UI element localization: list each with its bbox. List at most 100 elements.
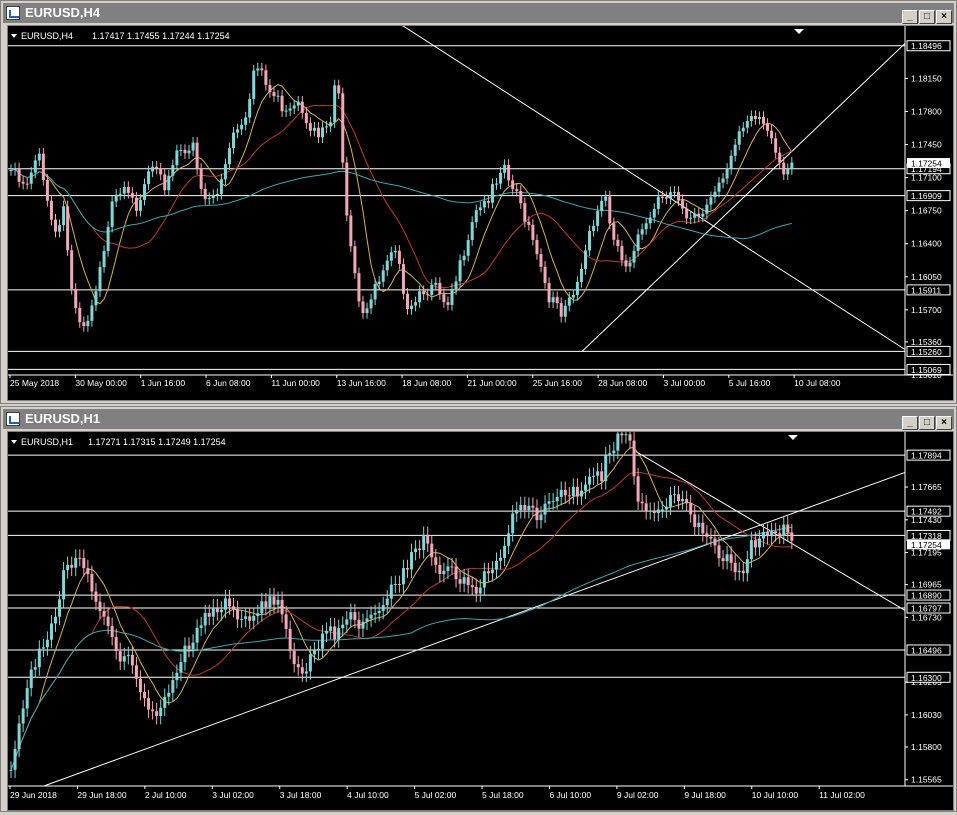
- candle-body: [70, 564, 74, 568]
- candle-body: [620, 433, 624, 436]
- price-chart[interactable]: 1.176651.174301.171951.169651.167301.162…: [7, 425, 954, 815]
- candle-body: [296, 101, 300, 106]
- maximize-icon[interactable]: □: [919, 10, 935, 24]
- candle-body: [519, 190, 523, 204]
- candle-body: [559, 303, 563, 317]
- candle-body: [122, 186, 126, 194]
- candle-body: [369, 614, 373, 619]
- chart-window-h4[interactable]: EURUSD,H4 _ □ × 1.18150 1.17800 1.17450 1.171…: [0, 0, 957, 404]
- candle-body: [604, 196, 608, 201]
- candle-body: [393, 250, 397, 253]
- trendline: [43, 471, 906, 787]
- level-price-label: 1.15911: [911, 285, 941, 295]
- candle-body: [215, 194, 219, 196]
- candle-body: [507, 164, 511, 181]
- candle-body: [62, 206, 66, 226]
- candle-body: [474, 586, 478, 594]
- candle-body: [664, 506, 668, 510]
- candle-body: [195, 142, 199, 169]
- candle-body: [741, 127, 745, 132]
- candle-body: [677, 494, 681, 502]
- candle-body: [774, 138, 778, 153]
- candle-body: [232, 132, 236, 149]
- candle-body: [21, 181, 25, 184]
- candle-body: [187, 150, 191, 154]
- candle-body: [361, 301, 365, 314]
- candle-body: [25, 688, 29, 709]
- candle-body: [134, 197, 138, 211]
- candle-body: [86, 568, 90, 575]
- candle-body: [523, 505, 527, 511]
- candle-body: [539, 254, 543, 267]
- candle-body: [401, 263, 405, 294]
- candle-body: [673, 494, 677, 496]
- candle-body: [41, 153, 45, 180]
- candle-body: [45, 179, 49, 201]
- candle-body: [515, 189, 519, 191]
- candle-body: [211, 607, 215, 617]
- minimize-icon[interactable]: _: [902, 10, 918, 24]
- time-label: 6 Jun 08:00: [206, 378, 251, 388]
- close-icon[interactable]: ×: [936, 10, 952, 24]
- collapse-triangle-icon[interactable]: [11, 34, 17, 38]
- candle-body: [171, 165, 175, 176]
- candle-body: [450, 566, 454, 568]
- candle-body: [163, 174, 167, 191]
- candle-body: [749, 115, 753, 122]
- candle-body: [389, 252, 393, 261]
- candle-body: [766, 123, 770, 131]
- window-titlebar[interactable]: EURUSD,H1 _ □ ×: [3, 409, 954, 430]
- candle-body: [9, 769, 13, 771]
- candle-body: [211, 195, 215, 199]
- candle-body: [640, 501, 644, 504]
- candle-body: [664, 197, 668, 199]
- candle-body: [292, 105, 296, 109]
- window-titlebar[interactable]: EURUSD,H4 _ □ ×: [3, 3, 954, 24]
- candle-body: [660, 196, 664, 198]
- price-chart[interactable]: 1.18150 1.17800 1.17450 1.17100 1.16750 1.164…: [7, 19, 954, 401]
- candle-body: [693, 213, 697, 218]
- level-price-label: 1.16797: [911, 604, 942, 614]
- candle-body: [774, 531, 778, 534]
- candle-body: [203, 188, 207, 200]
- time-label: 9 Jul 18:00: [684, 790, 726, 800]
- candle-body: [725, 168, 729, 179]
- candle-body: [280, 95, 284, 112]
- candle-body: [478, 587, 482, 594]
- candle-body: [17, 723, 21, 749]
- time-label: 21 Jun 00:00: [467, 378, 516, 388]
- candle-body: [240, 124, 244, 130]
- candle-body: [612, 450, 616, 454]
- candle-body: [288, 108, 292, 111]
- candle-body: [114, 637, 118, 652]
- candle-body: [316, 127, 320, 138]
- candle-body: [54, 616, 58, 624]
- candle-body: [579, 268, 583, 282]
- candle-body: [543, 503, 547, 515]
- close-icon[interactable]: ×: [936, 416, 952, 430]
- minimize-icon[interactable]: _: [902, 416, 918, 430]
- candle-body: [410, 552, 414, 570]
- chart-svg[interactable]: 1.181501.178001.174501.171001.167501.164…: [8, 19, 953, 400]
- price-tick-label: 1.16030: [911, 710, 942, 720]
- price-tick-label: 1.15360: [911, 337, 942, 347]
- candle-body: [753, 115, 757, 120]
- window-controls: _ □ ×: [901, 411, 952, 430]
- candle-body: [248, 616, 252, 621]
- candle-body: [422, 534, 426, 551]
- maximize-icon[interactable]: □: [919, 416, 935, 430]
- candle-body: [660, 509, 664, 511]
- chart-window-h1[interactable]: EURUSD,H1 _ □ × 1.17665 1.17430 1.17195 1.169…: [0, 406, 957, 815]
- price-tick-label: 1.17800: [911, 106, 942, 116]
- candle-body: [575, 486, 579, 497]
- candle-body: [733, 562, 737, 573]
- collapse-triangle-icon[interactable]: [11, 440, 17, 444]
- chart-shift-marker-icon: [794, 29, 804, 34]
- candle-body: [138, 678, 142, 692]
- chart-svg[interactable]: 1.176651.174301.171951.169651.167301.162…: [8, 425, 953, 815]
- candle-body: [709, 197, 713, 205]
- candle-body: [770, 531, 774, 537]
- candle-body: [341, 93, 345, 163]
- candle-body: [118, 651, 122, 662]
- candle-body: [260, 68, 264, 71]
